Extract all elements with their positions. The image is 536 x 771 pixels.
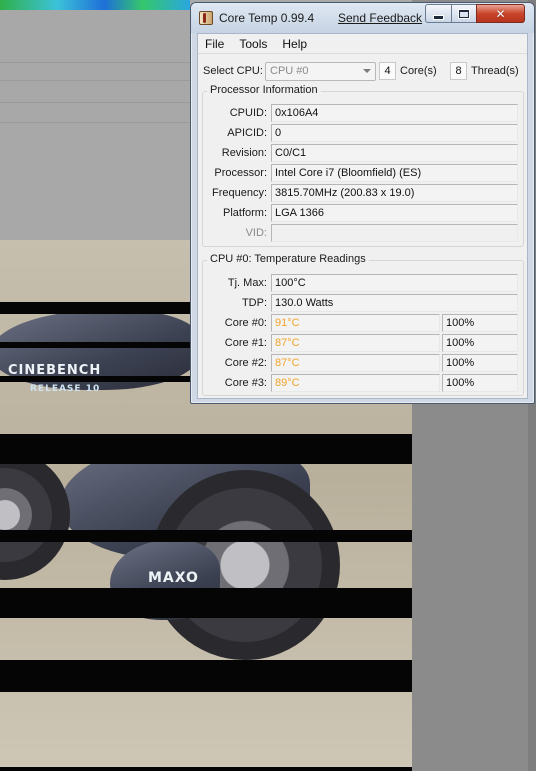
minimize-icon <box>434 16 443 19</box>
tjmax-label: Tj. Max: <box>227 277 267 289</box>
core-count: 4 <box>379 62 396 80</box>
cinebench-logo: CINEBENCH <box>8 363 102 378</box>
cores-label: Core(s) <box>400 65 437 77</box>
menu-file[interactable]: File <box>198 37 232 51</box>
rear-wheel <box>0 450 70 580</box>
minimize-button[interactable] <box>425 4 452 23</box>
menu-bar: File Tools Help <box>198 34 527 54</box>
cpu-select-dropdown[interactable]: CPU #0 <box>265 62 376 81</box>
core3-label: Core #3: <box>224 377 267 389</box>
cpu-select-value: CPU #0 <box>270 65 309 77</box>
core2-temp: 87°C <box>271 354 440 372</box>
panel-divider <box>0 102 190 103</box>
close-icon: ✕ <box>495 6 506 21</box>
desktop-screen: CINEBENCH RELEASE 10 MAXO Core Temp 0.99… <box>0 0 536 771</box>
cpuid-label: CPUID: <box>229 107 267 119</box>
core1-load: 100% <box>442 334 518 352</box>
platform-label: Platform: <box>222 207 267 219</box>
tdp-label: TDP: <box>241 297 267 309</box>
select-cpu-label: Select CPU: <box>203 65 263 77</box>
core3-temp: 89°C <box>271 374 440 392</box>
title-bar[interactable]: Core Temp 0.99.4 Send Feedback ✕ <box>191 3 534 33</box>
render-bucket-band <box>0 530 412 542</box>
send-feedback-link[interactable]: Send Feedback <box>338 11 422 25</box>
core0-load: 100% <box>442 314 518 332</box>
render-bucket-band <box>0 660 412 692</box>
revision-value: C0/C1 <box>271 144 518 162</box>
render-bucket-band <box>0 767 412 771</box>
client-area: File Tools Help Select CPU: CPU #0 4 Cor… <box>197 33 528 399</box>
core-temp-window: Core Temp 0.99.4 Send Feedback ✕ File To… <box>190 2 535 404</box>
core1-temp: 87°C <box>271 334 440 352</box>
core2-label: Core #2: <box>224 357 267 369</box>
menu-help[interactable]: Help <box>275 37 315 51</box>
maximize-icon <box>459 9 469 18</box>
taskbar-thumbnail-strip <box>0 0 190 10</box>
vid-label: VID: <box>245 227 267 239</box>
core0-label: Core #0: <box>224 317 267 329</box>
core0-temp: 91°C <box>271 314 440 332</box>
core3-load: 100% <box>442 374 518 392</box>
revision-label: Revision: <box>221 147 267 159</box>
frequency-label: Frequency: <box>211 187 267 199</box>
core2-load: 100% <box>442 354 518 372</box>
temperature-group-title: CPU #0: Temperature Readings <box>207 253 369 265</box>
thread-count: 8 <box>450 62 467 80</box>
close-button[interactable]: ✕ <box>476 4 525 23</box>
panel-divider <box>0 80 190 81</box>
release-label: RELEASE 10 <box>30 384 101 394</box>
processor-label: Processor: <box>214 167 267 179</box>
apicid-label: APICID: <box>227 127 267 139</box>
chevron-down-icon <box>363 69 371 73</box>
processor-info-title: Processor Information <box>207 84 321 96</box>
apicid-value: 0 <box>271 124 518 142</box>
threads-label: Thread(s) <box>471 65 519 77</box>
core1-label: Core #1: <box>224 337 267 349</box>
maxon-logo: MAXO <box>148 570 199 586</box>
maximize-button[interactable] <box>451 4 477 23</box>
tdp-value: 130.0 Watts <box>271 294 518 312</box>
platform-value: LGA 1366 <box>271 204 518 222</box>
tjmax-value: 100°C <box>271 274 518 292</box>
window-title: Core Temp 0.99.4 <box>219 11 315 25</box>
thermometer-icon <box>199 11 213 25</box>
menu-tools[interactable]: Tools <box>232 37 275 51</box>
vid-value <box>271 224 518 242</box>
cpuid-value: 0x106A4 <box>271 104 518 122</box>
panel-divider <box>0 122 190 123</box>
frequency-value: 3815.70MHz (200.83 x 19.0) <box>271 184 518 202</box>
render-bucket-band <box>0 434 412 464</box>
processor-value: Intel Core i7 (Bloomfield) (ES) <box>271 164 518 182</box>
panel-divider <box>0 62 190 63</box>
render-bucket-band <box>0 588 412 618</box>
